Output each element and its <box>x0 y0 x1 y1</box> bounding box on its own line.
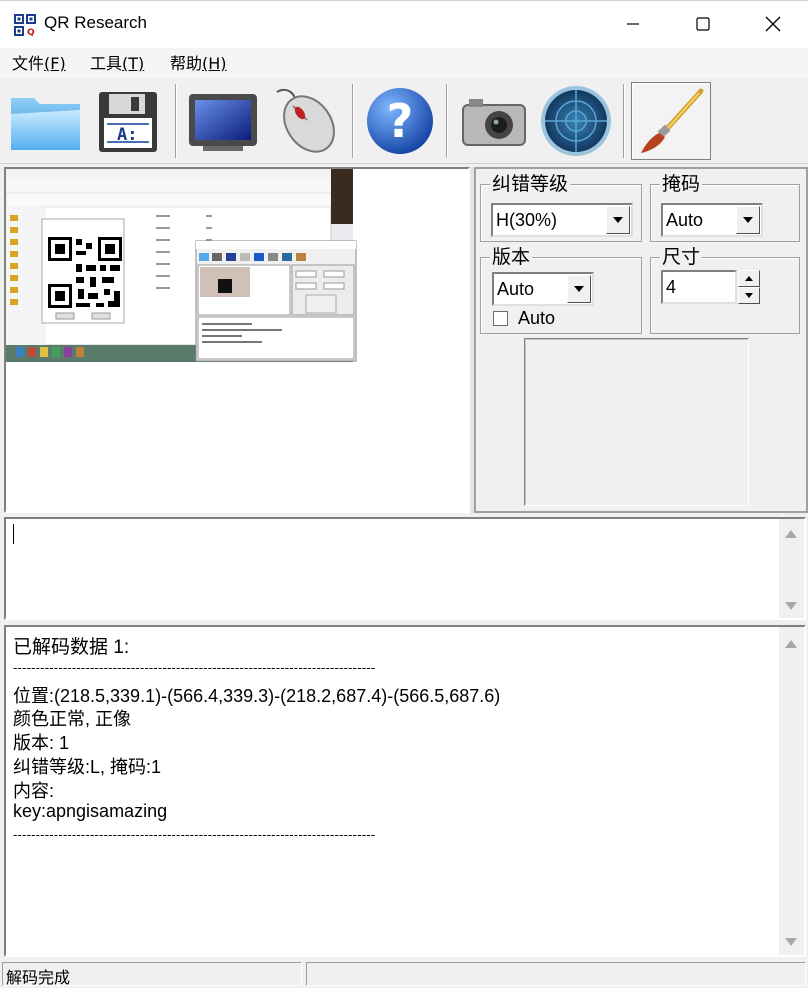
monitor-icon <box>189 94 257 151</box>
size-input[interactable]: 4 <box>661 270 737 304</box>
camera-button[interactable] <box>454 82 534 160</box>
decoded-version: 版本: 1 <box>13 733 70 753</box>
image-preview-panel[interactable] <box>4 167 470 513</box>
maximize-button[interactable] <box>668 0 738 48</box>
open-file-button[interactable] <box>6 82 86 160</box>
toolbar-separator <box>175 84 177 158</box>
text-input-area[interactable] <box>4 517 806 620</box>
toolbar-separator <box>623 84 625 158</box>
floppy-save-icon: A: <box>99 92 157 152</box>
paintbrush-icon <box>641 88 704 153</box>
scroll-down-arrow-icon[interactable] <box>785 938 797 946</box>
menu-file[interactable]: 文件(F) <box>12 50 66 74</box>
menu-tools-mnemonic: (T) <box>122 54 145 73</box>
version-select-value: Auto <box>497 279 535 299</box>
version-auto-checkbox[interactable] <box>493 311 508 326</box>
chevron-up-icon <box>745 276 753 281</box>
mask-select[interactable]: Auto <box>661 203 763 237</box>
chevron-down-icon <box>745 293 753 298</box>
toolbar-separator <box>446 84 448 158</box>
svg-text:A:: A: <box>117 125 137 145</box>
size-spin-down-button[interactable] <box>738 287 760 304</box>
screen-capture-button[interactable] <box>183 82 263 160</box>
scan-button[interactable] <box>536 82 616 160</box>
chevron-down-icon[interactable] <box>606 206 630 234</box>
minimize-icon <box>627 23 639 25</box>
radar-icon <box>541 86 611 156</box>
folder-open-icon <box>11 98 80 150</box>
version-select[interactable]: Auto <box>492 272 594 306</box>
decoded-color: 颜色正常, 正像 <box>13 709 132 729</box>
size-spin-up-button[interactable] <box>738 270 760 287</box>
menu-help-mnemonic: (H) <box>202 54 227 73</box>
generate-button[interactable] <box>631 82 711 160</box>
ecl-select[interactable]: H(30%) <box>491 203 633 237</box>
decoded-ecl-mask: 纠错等级:L, 掩码:1 <box>13 757 162 777</box>
text-caret <box>13 524 14 544</box>
output-scrollbar[interactable] <box>779 627 804 955</box>
decoded-content-label: 内容: <box>13 781 55 801</box>
screenshot-thumbnail <box>5 168 357 362</box>
scroll-down-arrow-icon[interactable] <box>785 602 797 610</box>
ecl-select-value: H(30%) <box>496 210 558 230</box>
ecl-label: 纠错等级 <box>490 173 571 195</box>
size-label: 尺寸 <box>660 246 703 268</box>
mouse-icon <box>276 88 335 153</box>
menu-help-label: 帮助 <box>170 54 203 73</box>
menu-file-mnemonic: (F) <box>44 54 66 73</box>
output-separator-end: ----------------------------------------… <box>13 827 376 842</box>
toolbar-separator <box>352 84 354 158</box>
help-icon: ? <box>367 88 433 154</box>
help-button[interactable]: ? <box>360 82 440 160</box>
menu-help[interactable]: 帮助(H) <box>170 50 227 74</box>
mask-select-value: Auto <box>666 210 704 230</box>
mask-label: 掩码 <box>660 173 703 195</box>
close-icon <box>765 16 781 32</box>
close-button[interactable] <box>738 0 808 48</box>
version-label: 版本 <box>490 246 533 268</box>
scroll-up-arrow-icon[interactable] <box>785 640 797 648</box>
svg-text:?: ? <box>387 94 414 148</box>
status-text: 解码完成 <box>6 968 71 987</box>
menu-file-label: 文件 <box>12 54 45 73</box>
save-button[interactable]: A: <box>88 82 168 160</box>
qr-preview-box <box>524 338 749 506</box>
size-input-value: 4 <box>666 277 677 297</box>
chevron-down-icon[interactable] <box>567 275 591 303</box>
chevron-down-icon[interactable] <box>736 206 760 234</box>
output-separator: ----------------------------------------… <box>13 660 376 675</box>
menu-tools[interactable]: 工具(T) <box>90 50 144 74</box>
menu-tools-label: 工具 <box>90 54 123 73</box>
qr-app-icon: Q <box>14 14 36 38</box>
svg-text:Q: Q <box>27 28 35 36</box>
scroll-up-arrow-icon[interactable] <box>785 530 797 538</box>
mouse-capture-button[interactable] <box>265 82 345 160</box>
window-title: QR Research <box>44 13 147 32</box>
version-auto-label: Auto <box>518 308 556 328</box>
status-pane-secondary <box>306 962 806 986</box>
maximize-icon <box>696 17 710 31</box>
camera-icon <box>462 99 526 146</box>
decoded-content: key:apngisamazing <box>13 801 168 821</box>
decoded-header: 已解码数据 1: <box>13 637 130 658</box>
minimize-button[interactable] <box>598 0 668 48</box>
